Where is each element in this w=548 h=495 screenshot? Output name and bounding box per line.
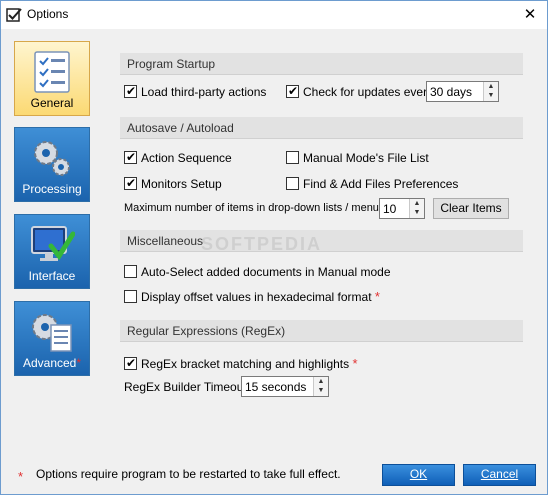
check-mark-icon: ✔ <box>126 356 137 370</box>
regex-bracket-matching-label: RegEx bracket matching and highlights * <box>141 356 358 372</box>
checkbox-box[interactable] <box>124 290 137 303</box>
checkbox-box[interactable]: ✔ <box>124 356 137 370</box>
nav-interface-label: Interface <box>28 269 76 283</box>
max-items-label: Maximum number of items in drop-down lis… <box>124 202 388 214</box>
update-interval-spinner[interactable]: 30 days ▲ ▼ <box>426 81 499 102</box>
watermark: SOFTPEDIA <box>201 234 323 254</box>
nav-general[interactable]: General <box>14 41 90 116</box>
checkbox-box[interactable] <box>286 177 299 190</box>
checkbox-box[interactable]: ✔ <box>124 150 137 164</box>
auto-select-label: Auto-Select added documents in Manual mo… <box>141 265 391 279</box>
options-window: Options ✕ General Processing Interface A… <box>0 0 548 495</box>
check-mark-icon: ✔ <box>126 176 137 190</box>
spinner-arrows[interactable]: ▲ ▼ <box>313 377 328 396</box>
spin-down-icon[interactable]: ▼ <box>484 91 498 100</box>
load-third-party-label: Load third-party actions <box>141 85 267 99</box>
restart-note: Options require program to be restarted … <box>36 467 341 481</box>
spin-up-icon[interactable]: ▲ <box>410 199 424 208</box>
spin-up-icon[interactable]: ▲ <box>484 82 498 91</box>
manual-mode-file-list-label: Manual Mode's File List <box>303 151 429 165</box>
checkbox-box[interactable]: ✔ <box>286 84 299 98</box>
nav-advanced[interactable]: Advanced* <box>14 301 90 376</box>
max-items-spinner[interactable]: 10 ▲ ▼ <box>379 198 425 219</box>
check-mark-icon: ✔ <box>288 84 299 98</box>
regex-timeout-label: RegEx Builder Timeout: <box>124 380 251 394</box>
checkbox-box[interactable] <box>124 265 137 278</box>
nav-processing-label: Processing <box>22 182 82 196</box>
section-autosave-autoload: Autosave / Autoload <box>120 117 523 139</box>
section-program-startup: Program Startup <box>120 53 523 75</box>
check-updates-label: Check for updates every <box>303 85 434 99</box>
regex-timeout-value: 15 seconds <box>245 380 307 394</box>
footer-restart-star: * <box>18 469 24 484</box>
checkbox-box[interactable]: ✔ <box>124 84 137 98</box>
spin-up-icon[interactable]: ▲ <box>314 377 328 386</box>
monitors-setup-label: Monitors Setup <box>141 177 222 191</box>
checkbox-box[interactable]: ✔ <box>124 176 137 190</box>
clear-items-button[interactable]: Clear Items <box>433 198 509 219</box>
nav-processing[interactable]: Processing <box>14 127 90 202</box>
nav-advanced-text: Advanced <box>22 356 77 370</box>
display-offset-label: Display offset values in hexadecimal for… <box>141 289 380 305</box>
title-bar: Options ✕ <box>1 1 547 29</box>
monitor-check-icon <box>31 226 75 261</box>
spin-down-icon[interactable]: ▼ <box>410 208 424 217</box>
checkbox-app-icon <box>6 8 22 22</box>
checkbox-box[interactable] <box>286 151 299 164</box>
spinner-arrows[interactable]: ▲ ▼ <box>409 199 424 218</box>
nav-advanced-label: Advanced* <box>15 356 89 370</box>
max-items-value: 10 <box>383 202 397 216</box>
ok-button[interactable]: OK <box>382 464 455 486</box>
nav-interface[interactable]: Interface <box>14 214 90 289</box>
cancel-label: Cancel <box>480 467 519 481</box>
restart-required-star: * <box>76 356 82 370</box>
gears-icon <box>34 141 70 176</box>
general-checklist-icon <box>34 51 70 93</box>
spinner-arrows[interactable]: ▲ ▼ <box>483 82 498 101</box>
cancel-button[interactable]: Cancel <box>463 464 536 486</box>
find-add-files-label: Find & Add Files Preferences <box>303 177 459 191</box>
check-mark-icon: ✔ <box>126 150 137 164</box>
display-offset-text: Display offset values in hexadecimal for… <box>141 290 372 304</box>
check-mark-icon: ✔ <box>126 84 137 98</box>
section-regular-expressions: Regular Expressions (RegEx) <box>120 320 523 342</box>
window-title: Options <box>27 7 69 21</box>
ok-label: OK <box>409 467 428 481</box>
close-button[interactable]: ✕ <box>513 1 547 29</box>
spin-down-icon[interactable]: ▼ <box>314 386 328 395</box>
nav-general-label: General <box>30 96 74 110</box>
restart-required-star: * <box>352 356 358 371</box>
action-sequence-label: Action Sequence <box>141 151 232 165</box>
dialog-body: General Processing Interface Advanced* P… <box>1 29 547 494</box>
update-interval-value: 30 days <box>430 85 473 99</box>
restart-required-star: * <box>374 289 380 304</box>
gear-document-icon <box>32 314 72 352</box>
regex-timeout-spinner[interactable]: 15 seconds ▲ ▼ <box>241 376 329 397</box>
regex-bracket-matching-text: RegEx bracket matching and highlights <box>141 357 350 371</box>
